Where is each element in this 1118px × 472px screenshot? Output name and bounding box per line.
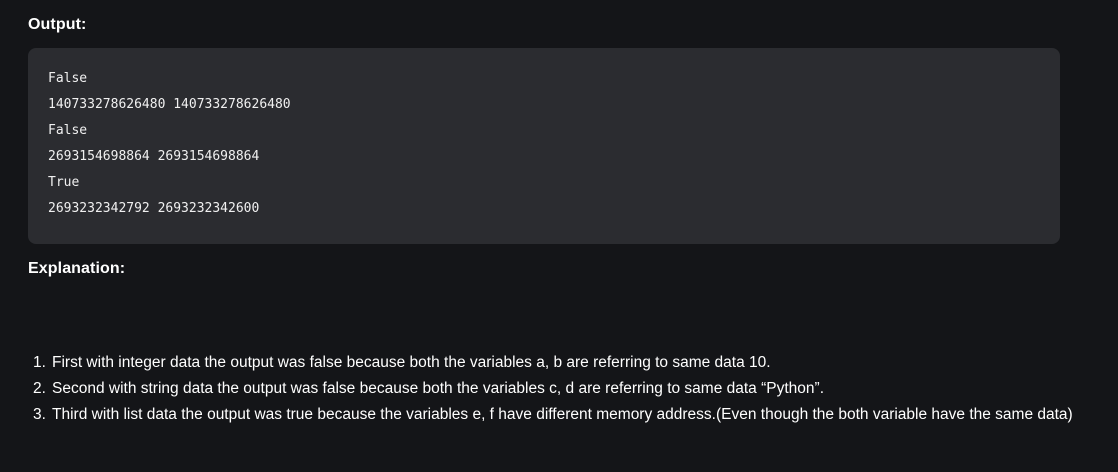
output-line: True [48, 175, 80, 190]
explanation-list: 1. First with integer data the output wa… [33, 350, 1073, 428]
output-line: 140733278626480 140733278626480 [48, 97, 291, 112]
explanation-heading: Explanation: [28, 260, 126, 277]
list-item-number: 3. [33, 406, 46, 423]
output-code-block: False 140733278626480 140733278626480 Fa… [28, 48, 1060, 244]
list-item: 2. Second with string data the output wa… [33, 376, 1073, 402]
output-line: 2693154698864 2693154698864 [48, 149, 260, 164]
output-line: 2693232342792 2693232342600 [48, 201, 260, 216]
list-item-text: Second with string data the output was f… [52, 380, 824, 397]
output-line: False [48, 123, 88, 138]
output-line: False [48, 71, 88, 86]
list-item: 3. Third with list data the output was t… [33, 402, 1073, 428]
list-item-number: 2. [33, 380, 46, 397]
list-item-text: First with integer data the output was f… [52, 354, 771, 371]
list-item-text: Third with list data the output was true… [52, 406, 1073, 423]
output-heading: Output: [28, 16, 87, 33]
list-item: 1. First with integer data the output wa… [33, 350, 1073, 376]
list-item-number: 1. [33, 354, 46, 371]
